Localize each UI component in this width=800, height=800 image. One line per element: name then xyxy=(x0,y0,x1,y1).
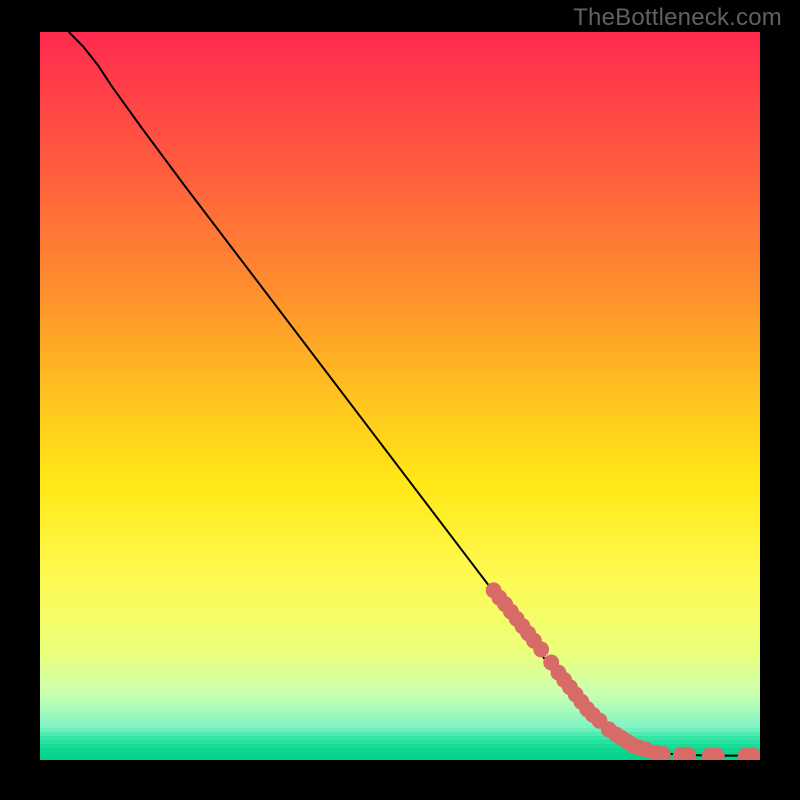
data-marker xyxy=(533,641,549,657)
watermark-text: TheBottleneck.com xyxy=(573,4,782,32)
chart-svg xyxy=(40,32,760,760)
chart-frame: TheBottleneck.com xyxy=(0,0,800,800)
curve-path xyxy=(69,32,753,756)
plot-area xyxy=(40,32,760,760)
